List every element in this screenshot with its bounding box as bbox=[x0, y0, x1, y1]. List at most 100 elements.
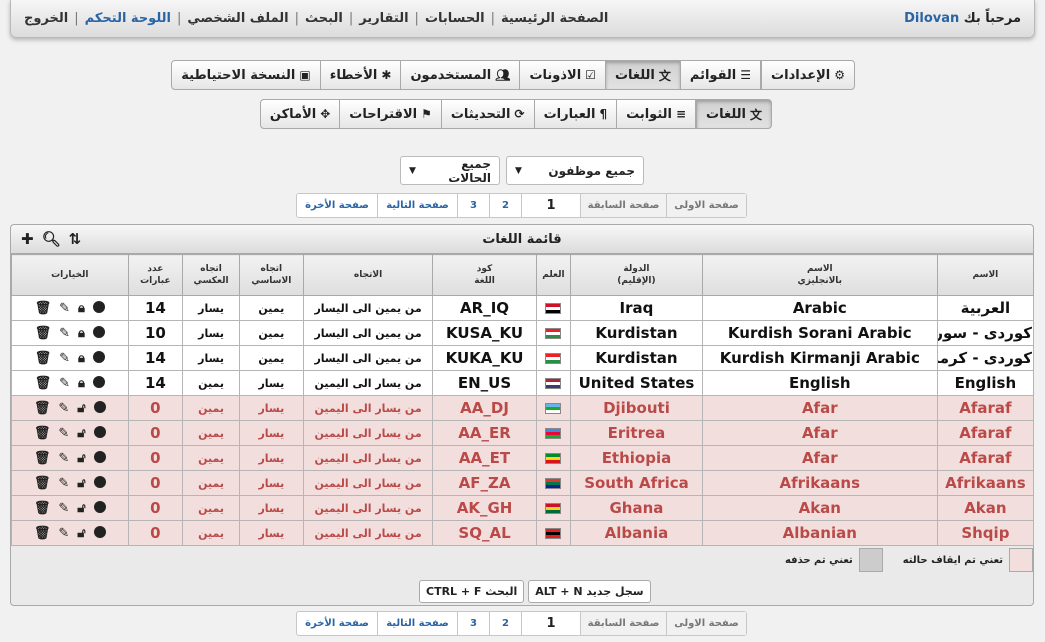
info-icon[interactable]: i bbox=[93, 500, 106, 513]
panel-tools: ✚ 🔍︎ ⇅ bbox=[21, 225, 81, 254]
unlock-icon[interactable]: 🔓︎ bbox=[77, 501, 85, 516]
nav-link[interactable]: الصفحة الرئيسية bbox=[501, 11, 608, 26]
info-icon[interactable]: i bbox=[92, 375, 105, 388]
new-record-shortcut[interactable]: سجل جديد ALT + N bbox=[528, 580, 651, 603]
tab-sub-5[interactable]: ✥ الأماكن bbox=[259, 99, 341, 129]
prev-page-button[interactable]: صفحة السابقة bbox=[580, 612, 666, 635]
next-page-button[interactable]: صفحة التالية bbox=[377, 194, 457, 217]
trash-icon[interactable]: 🗑︎ bbox=[34, 501, 51, 516]
last-page-button[interactable]: صفحة الأخرة bbox=[297, 612, 377, 635]
tab-sub-0[interactable]: 文 اللغات bbox=[696, 99, 772, 129]
page-3-button[interactable]: 3 bbox=[457, 194, 489, 217]
info-icon[interactable]: i bbox=[93, 425, 106, 438]
tab-main-6[interactable]: ▣ النسخة الاحتياطية bbox=[171, 60, 321, 90]
lock-icon[interactable]: 🔒︎ bbox=[78, 376, 85, 391]
username-link[interactable]: Dilovan bbox=[904, 11, 959, 26]
page-2-button[interactable]: 2 bbox=[489, 194, 521, 217]
pencil-icon[interactable]: ✎ bbox=[58, 476, 69, 491]
trash-icon[interactable]: 🗑︎ bbox=[35, 376, 52, 391]
pencil-icon[interactable]: ✎ bbox=[59, 301, 70, 316]
trash-icon[interactable]: 🗑︎ bbox=[34, 401, 51, 416]
flag-icon bbox=[545, 478, 562, 489]
trash-icon[interactable]: 🗑︎ bbox=[34, 426, 51, 441]
nav-link[interactable]: اللوحة التحكم bbox=[85, 11, 171, 26]
trash-icon[interactable]: 🗑︎ bbox=[35, 301, 52, 316]
sub-tabs: 文 اللغات ≡ الثوابت ¶ العبارات ⟳ التحديثات ⚑ الاقت… bbox=[259, 99, 772, 129]
cell-direction: من يسار الى اليمين bbox=[302, 445, 434, 471]
tab-sub-1[interactable]: ≡ الثوابت bbox=[616, 99, 697, 129]
trash-icon[interactable]: 🗑︎ bbox=[34, 476, 51, 491]
nav-link[interactable]: الحسابات bbox=[425, 11, 485, 26]
pencil-icon[interactable]: ✎ bbox=[59, 351, 70, 366]
table-row: العربية Arabic Iraq AR_IQ من يمين الى اليسار… bbox=[11, 295, 1035, 321]
lock-icon[interactable]: 🔒︎ bbox=[78, 326, 85, 341]
last-page-button[interactable]: صفحة الأخرة bbox=[297, 194, 377, 217]
info-icon[interactable]: i bbox=[93, 475, 106, 488]
nav-link[interactable]: البحث bbox=[305, 11, 343, 26]
pencil-icon[interactable]: ✎ bbox=[58, 401, 69, 416]
first-page-button[interactable]: صفحة الاولى bbox=[666, 194, 746, 217]
tab-main-1[interactable]: ☰ القوائم bbox=[679, 60, 762, 90]
first-page-button[interactable]: صفحة الاولى bbox=[666, 612, 746, 635]
tab-label: الاذونات bbox=[529, 67, 582, 83]
pencil-icon[interactable]: ✎ bbox=[58, 526, 69, 541]
lock-icon[interactable]: 🔒︎ bbox=[78, 351, 85, 366]
nav-link[interactable]: الخروج bbox=[24, 11, 68, 26]
unlock-icon[interactable]: 🔓︎ bbox=[77, 526, 85, 541]
pencil-icon[interactable]: ✎ bbox=[58, 426, 69, 441]
trash-icon[interactable]: 🗑︎ bbox=[34, 526, 51, 541]
info-icon[interactable]: i bbox=[93, 525, 106, 538]
cell-reverse-direction: يسار bbox=[182, 345, 240, 371]
pencil-icon[interactable]: ✎ bbox=[59, 326, 70, 341]
status-filter-select[interactable]: جميع الحالات ▼ bbox=[400, 156, 500, 185]
unlock-icon[interactable]: 🔓︎ bbox=[77, 401, 85, 416]
pencil-icon[interactable]: ✎ bbox=[58, 451, 69, 466]
tab-main-2[interactable]: 文 اللغات bbox=[604, 60, 681, 90]
employee-filter-value: جميع موظفون bbox=[548, 163, 635, 178]
cell-english-name: Afar bbox=[701, 395, 938, 421]
cell-country: Kurdistan bbox=[570, 345, 703, 371]
info-icon[interactable]: i bbox=[93, 450, 106, 463]
trash-icon[interactable]: 🗑︎ bbox=[35, 351, 52, 366]
info-icon[interactable]: i bbox=[92, 350, 105, 363]
page-2-button[interactable]: 2 bbox=[489, 612, 521, 635]
unlock-icon[interactable]: 🔓︎ bbox=[77, 426, 85, 441]
trash-icon[interactable]: 🗑︎ bbox=[34, 451, 51, 466]
employee-filter-select[interactable]: جميع موظفون ▼ bbox=[506, 156, 644, 185]
cell-direction: من يسار الى اليمين bbox=[302, 395, 434, 421]
tab-sub-2[interactable]: ¶ العبارات bbox=[533, 99, 618, 129]
nav-link[interactable]: التقارير bbox=[359, 11, 408, 26]
lock-icon[interactable]: 🔒︎ bbox=[78, 301, 85, 316]
cell-country: South Africa bbox=[570, 470, 703, 496]
cell-direction: من يسار الى اليمين bbox=[302, 370, 434, 396]
cell-english-name: Akan bbox=[701, 495, 938, 521]
tab-sub-3[interactable]: ⟳ التحديثات bbox=[440, 99, 535, 129]
page-3-button[interactable]: 3 bbox=[457, 612, 489, 635]
next-page-button[interactable]: صفحة التالية bbox=[377, 612, 457, 635]
tab-label: النسخة الاحتياطية bbox=[181, 67, 296, 83]
tab-sub-4[interactable]: ⚑ الاقتراحات bbox=[339, 99, 442, 129]
pencil-icon[interactable]: ✎ bbox=[58, 501, 69, 516]
search-shortcut[interactable]: البحث CTRL + F bbox=[419, 580, 525, 603]
prev-page-button[interactable]: صفحة السابقة bbox=[580, 194, 666, 217]
cell-reverse-direction: يسار bbox=[182, 295, 240, 321]
sort-az-icon[interactable]: ⇅ bbox=[69, 225, 82, 254]
tab-main-4[interactable]: 👥︎ المستخدمون bbox=[400, 60, 521, 90]
language-icon: 文 bbox=[658, 68, 671, 83]
info-icon[interactable]: i bbox=[92, 300, 105, 313]
table-row: كوردى - سورانىKurdish Sorani ArabicKurdi… bbox=[11, 320, 1035, 346]
lines-icon: ≡ bbox=[675, 107, 687, 121]
tab-main-5[interactable]: ✱ الأخطاء bbox=[319, 60, 402, 90]
add-icon[interactable]: ✚ bbox=[21, 225, 34, 254]
nav-link[interactable]: الملف الشخصي bbox=[187, 11, 288, 26]
info-icon[interactable]: i bbox=[93, 400, 106, 413]
unlock-icon[interactable]: 🔓︎ bbox=[77, 451, 85, 466]
info-icon[interactable]: i bbox=[92, 325, 105, 338]
pencil-icon[interactable]: ✎ bbox=[59, 376, 70, 391]
tab-main-3[interactable]: ☑ الاذونات bbox=[519, 60, 606, 90]
search-icon[interactable]: 🔍︎ bbox=[42, 225, 61, 254]
unlock-icon[interactable]: 🔓︎ bbox=[77, 476, 85, 491]
tab-main-0[interactable]: ⚙ الإعدادات bbox=[761, 60, 855, 90]
trash-icon[interactable]: 🗑︎ bbox=[35, 326, 52, 341]
shortcut-key: ALT + N bbox=[535, 585, 583, 598]
